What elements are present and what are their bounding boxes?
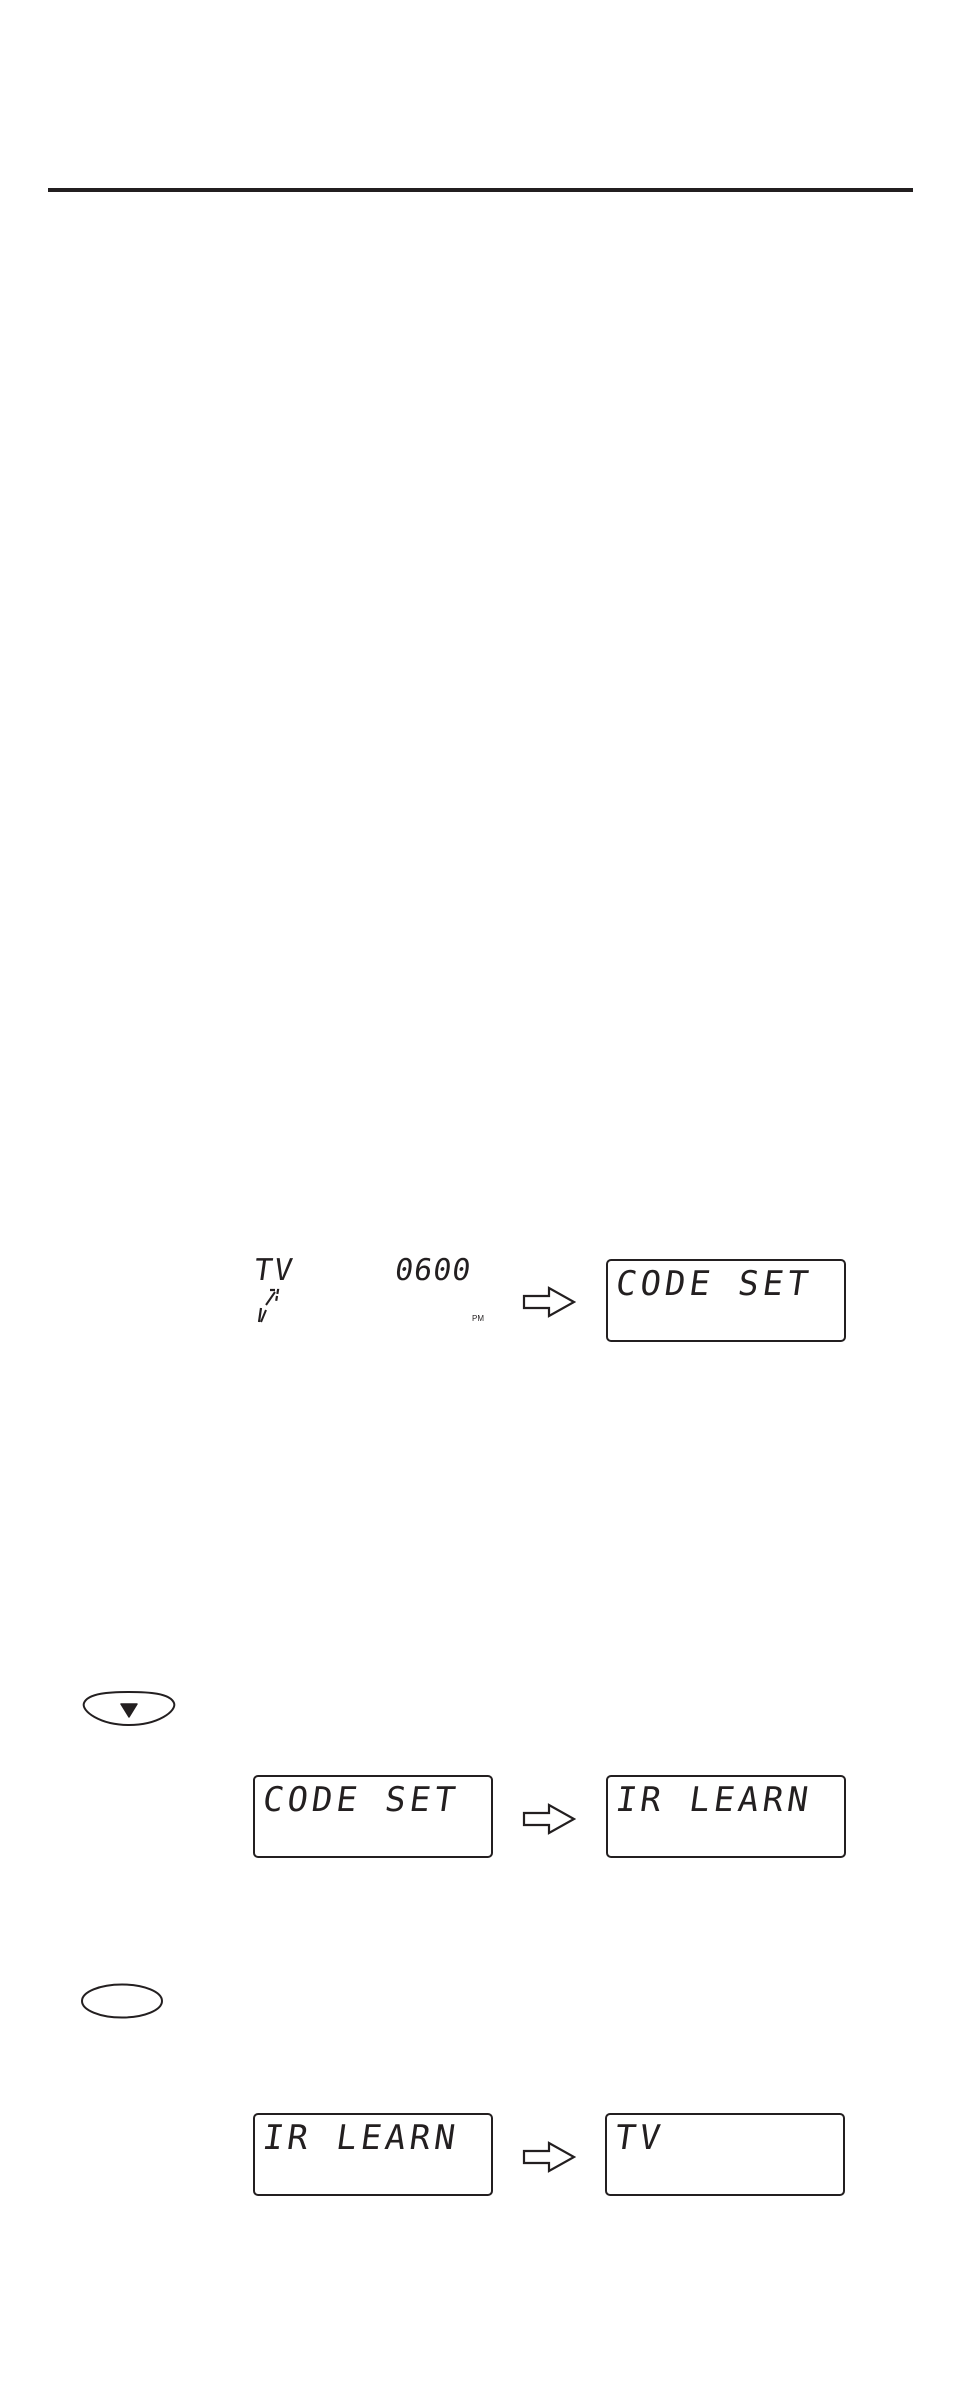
lcd-display-ir-learn: IR LEARN <box>606 1775 846 1858</box>
display-period: PM <box>472 1314 484 1323</box>
transition-arrow-icon <box>522 2141 576 2173</box>
transition-arrow-icon <box>522 1803 576 1835</box>
lcd-display-tv: TV <box>605 2113 845 2196</box>
oval-button-icon <box>81 1983 163 2019</box>
standby-display: TV 0600 PM <box>250 1253 500 1344</box>
lcd-text: IR LEARN <box>260 2118 462 2158</box>
display-mode: TV <box>251 1253 297 1288</box>
lcd-text: CODE SET <box>260 1780 462 1820</box>
transition-arrow-icon <box>522 1286 576 1318</box>
lcd-display-ir-learn: IR LEARN <box>253 2113 493 2196</box>
display-clock: 0600 <box>392 1253 474 1288</box>
header-rule <box>48 188 913 192</box>
lcd-display-code-set: CODE SET <box>606 1259 846 1342</box>
signal-arrows-icon <box>257 1288 280 1323</box>
lcd-text: CODE SET <box>613 1264 815 1304</box>
lcd-display-code-set: CODE SET <box>253 1775 493 1858</box>
down-button[interactable] <box>80 1689 178 1729</box>
oval-button[interactable] <box>80 1982 164 2020</box>
lcd-text: IR LEARN <box>613 1780 815 1820</box>
lcd-text: TV <box>612 2118 667 2158</box>
